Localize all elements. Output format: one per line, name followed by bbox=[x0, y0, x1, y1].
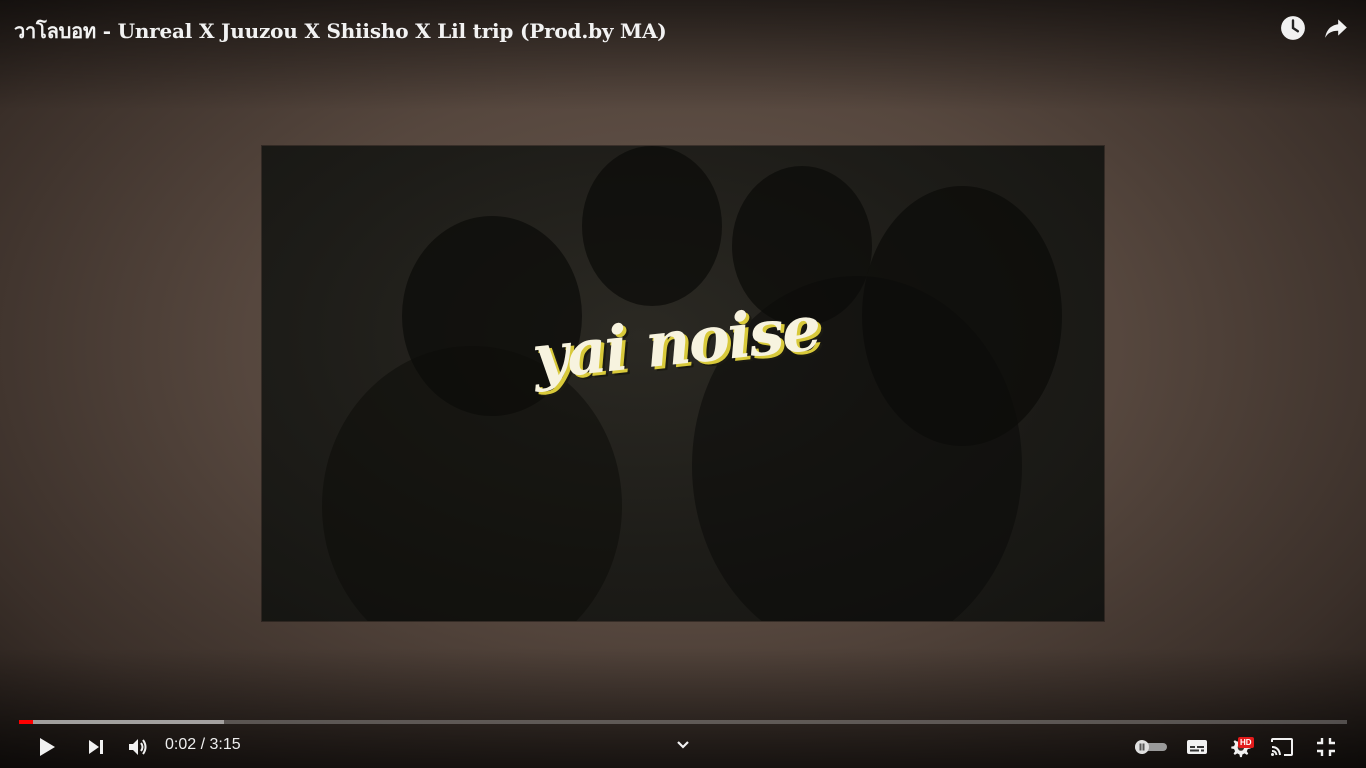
exit-fullscreen-icon[interactable] bbox=[1312, 733, 1340, 761]
share-arrow-icon[interactable] bbox=[1321, 13, 1351, 43]
hd-badge: HD bbox=[1238, 737, 1254, 748]
video-silhouette bbox=[582, 146, 722, 306]
progress-bar[interactable] bbox=[19, 720, 1347, 724]
time-display: 0:02 / 3:15 bbox=[165, 736, 241, 753]
cast-icon[interactable] bbox=[1268, 733, 1296, 761]
progress-buffer bbox=[19, 720, 224, 724]
subtitles-icon[interactable] bbox=[1183, 733, 1211, 761]
video-frame: yai noise bbox=[262, 146, 1104, 621]
chevron-down-icon[interactable] bbox=[672, 731, 694, 759]
progress-played bbox=[19, 720, 33, 724]
video-title[interactable]: วาโลบอท - Unreal X Juuzou X Shiisho X Li… bbox=[14, 15, 667, 47]
next-track-icon[interactable] bbox=[82, 733, 110, 761]
video-player[interactable]: yai noise วาโลบอท - Unreal X Juuzou X Sh… bbox=[0, 0, 1366, 768]
play-icon[interactable] bbox=[33, 733, 61, 761]
volume-icon[interactable] bbox=[124, 733, 152, 761]
autoplay-toggle-icon[interactable] bbox=[1133, 733, 1169, 761]
clock-icon[interactable] bbox=[1278, 13, 1308, 43]
